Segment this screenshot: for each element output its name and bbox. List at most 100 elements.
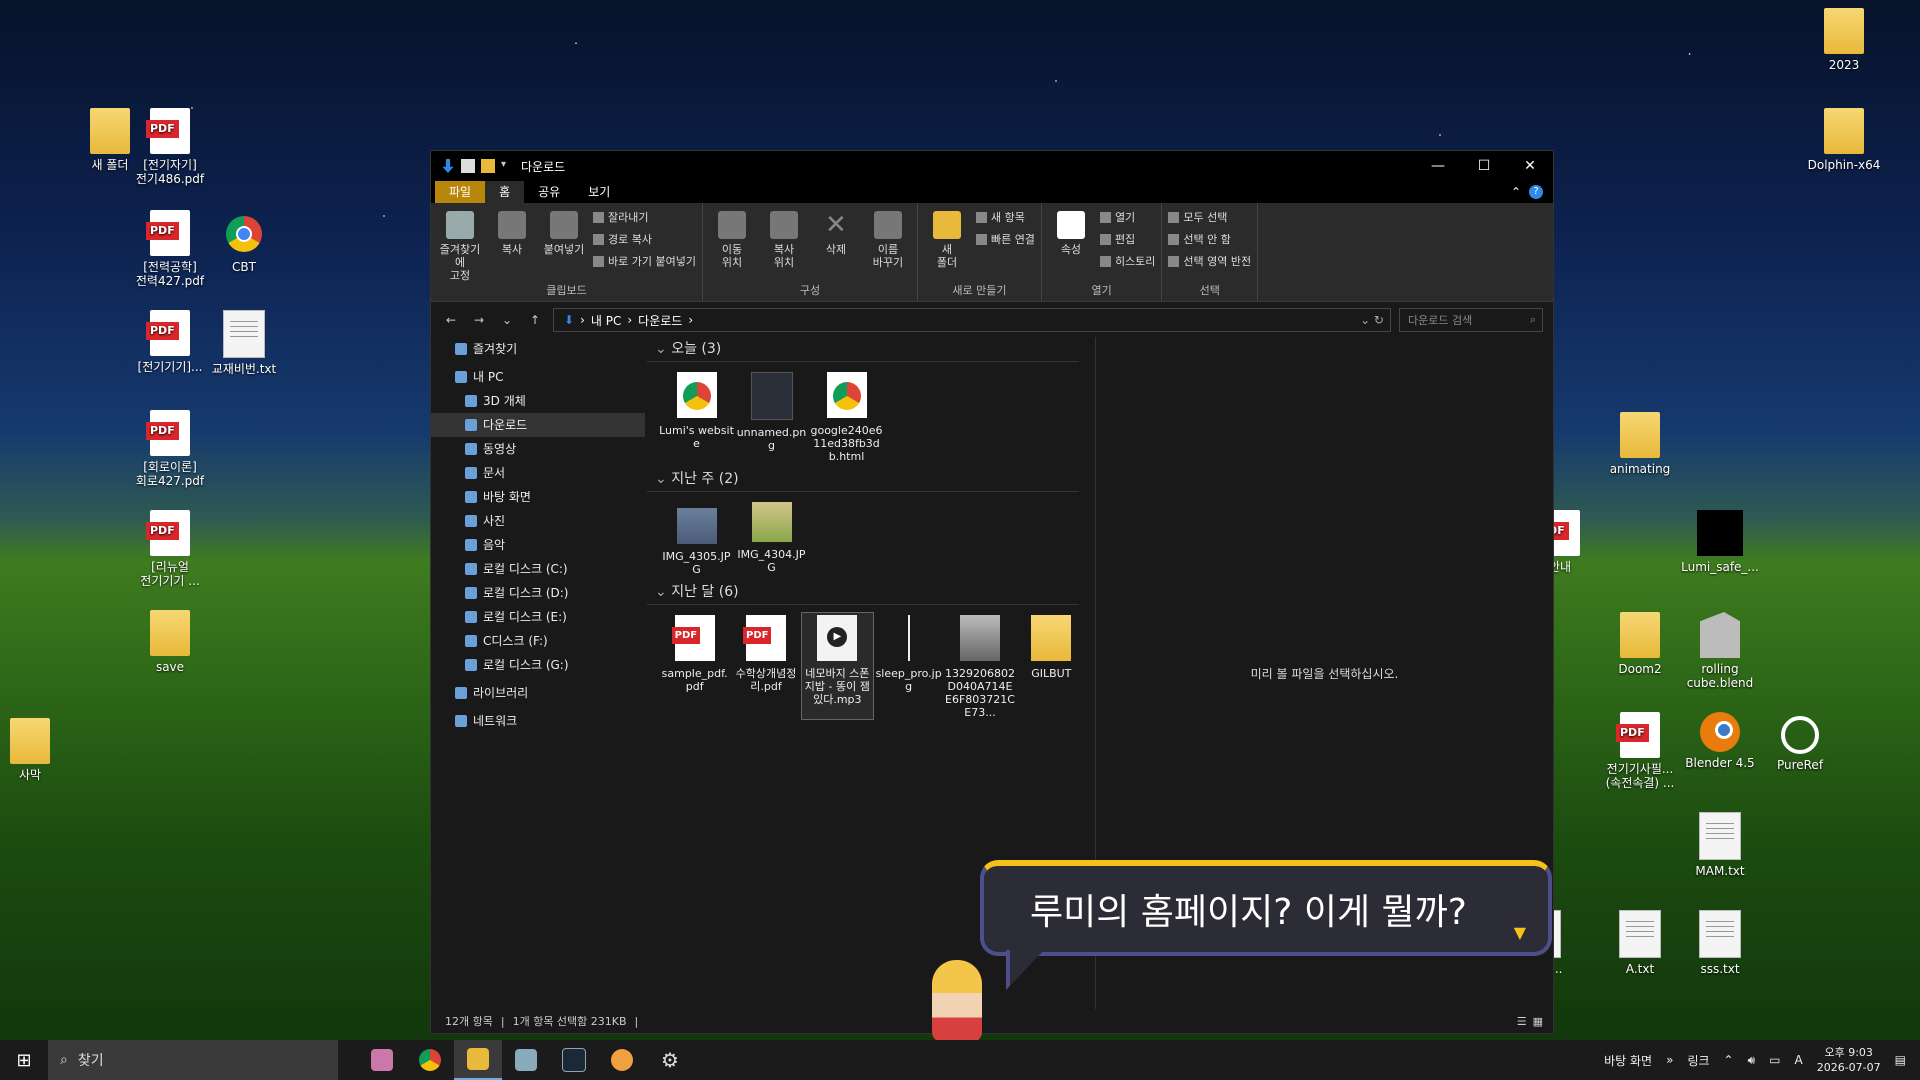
- steam-icon[interactable]: [550, 1040, 598, 1080]
- file-item[interactable]: PDF sample_pdf.pdf: [659, 613, 730, 719]
- settings-icon[interactable]: ⚙: [646, 1040, 694, 1080]
- file-item[interactable]: IMG_4304.JPG: [734, 500, 809, 576]
- desktop-icon[interactable]: PureRef: [1758, 712, 1842, 772]
- paste-shortcut-button[interactable]: 바로 가기 붙여넣기: [593, 253, 696, 269]
- tray-expand-icon[interactable]: ⌃: [1724, 1053, 1734, 1067]
- nav-item[interactable]: 로컬 디스크 (E:): [431, 605, 645, 629]
- link-toolbar[interactable]: 링크: [1687, 1052, 1709, 1069]
- file-item[interactable]: unnamed.png: [734, 370, 809, 463]
- new-folder-icon[interactable]: [481, 159, 495, 173]
- back-arrow-icon[interactable]: ←: [441, 313, 461, 327]
- desktop-icon[interactable]: Lumi_safe_...: [1678, 510, 1762, 574]
- tab-home[interactable]: 홈: [485, 181, 525, 203]
- new-item-button[interactable]: 새 항목: [976, 209, 1035, 225]
- invert-selection-button[interactable]: 선택 영역 반전: [1168, 253, 1251, 269]
- cut-button[interactable]: 잘라내기: [593, 209, 696, 225]
- file-item[interactable]: GILBUT: [1016, 613, 1087, 719]
- desktop-icon[interactable]: save: [128, 610, 212, 674]
- file-item[interactable]: 1329206802D040A714EE6F803721CE73...: [944, 613, 1015, 719]
- nav-item[interactable]: 로컬 디스크 (G:): [431, 653, 645, 677]
- search-input[interactable]: 다운로드 검색 ⌕: [1399, 308, 1543, 332]
- chrome-icon[interactable]: [406, 1040, 454, 1080]
- nav-item[interactable]: 문서: [431, 461, 645, 485]
- nav-item[interactable]: 다운로드: [431, 413, 645, 437]
- file-explorer-icon[interactable]: [454, 1040, 502, 1080]
- windows-start-icon[interactable]: ⊞: [0, 1040, 48, 1080]
- tab-share[interactable]: 공유: [524, 181, 574, 203]
- desktop-icon[interactable]: 교재비번.txt: [202, 310, 286, 376]
- nav-item[interactable]: 네트워크: [431, 709, 645, 733]
- easy-access-button[interactable]: 빠른 연결: [976, 231, 1035, 247]
- collapse-ribbon-icon[interactable]: ⌃: [1511, 185, 1521, 199]
- address-bar[interactable]: ⬇ › 내 PC › 다운로드 › ⌄ ↻: [553, 308, 1391, 332]
- chevron-down-icon[interactable]: ▾: [501, 159, 509, 173]
- nav-item[interactable]: 동영상: [431, 437, 645, 461]
- nav-item[interactable]: 음악: [431, 533, 645, 557]
- select-all-button[interactable]: 모두 선택: [1168, 209, 1251, 225]
- refresh-icon[interactable]: ⌄ ↻: [1360, 313, 1384, 327]
- desktop-icon[interactable]: Doom2: [1598, 612, 1682, 676]
- desktop-icon[interactable]: [회로이론] 회로427.pdf: [128, 410, 212, 488]
- desktop-icon[interactable]: rolling cube.blend: [1678, 612, 1762, 690]
- breadcrumb-downloads[interactable]: 다운로드: [638, 312, 682, 329]
- copy-to-button[interactable]: 복사 위치: [761, 209, 807, 283]
- nav-item[interactable]: 3D 개체: [431, 389, 645, 413]
- up-arrow-icon[interactable]: ↑: [525, 313, 545, 327]
- group-header[interactable]: 지난 달 (6): [647, 580, 1079, 605]
- desktop-icon[interactable]: 사막: [0, 718, 72, 782]
- nav-item[interactable]: 바탕 화면: [431, 485, 645, 509]
- nav-item[interactable]: 즐겨찾기: [431, 337, 645, 361]
- select-none-button[interactable]: 선택 안 함: [1168, 231, 1251, 247]
- properties-icon[interactable]: [461, 159, 475, 173]
- file-item[interactable]: 네모바지 스폰지밥 - 똥이 잼있다.mp3: [800, 612, 874, 720]
- nav-item[interactable]: 내 PC: [431, 365, 645, 389]
- maximize-button[interactable]: ☐: [1461, 151, 1507, 181]
- desktop-icon[interactable]: sss.txt: [1678, 910, 1762, 976]
- minimize-button[interactable]: —: [1415, 151, 1461, 181]
- forward-arrow-icon[interactable]: →: [469, 313, 489, 327]
- download-icon[interactable]: [442, 159, 454, 173]
- ime-indicator[interactable]: A: [1795, 1053, 1803, 1067]
- properties-button[interactable]: 속성: [1048, 209, 1094, 283]
- rename-button[interactable]: 이름 바꾸기: [865, 209, 911, 283]
- tab-file[interactable]: 파일: [435, 181, 486, 203]
- group-header[interactable]: 지난 주 (2): [647, 467, 1079, 492]
- recent-chevron-icon[interactable]: ⌄: [497, 313, 517, 327]
- close-button[interactable]: ✕: [1507, 151, 1553, 181]
- edit-button[interactable]: 편집: [1100, 231, 1155, 247]
- file-item[interactable]: PDF 수학상개념정리.pdf: [730, 613, 801, 719]
- move-to-button[interactable]: 이동 위치: [709, 209, 755, 283]
- desktop-icon[interactable]: 전기기사필... (속전속결) ...: [1598, 712, 1682, 790]
- dialogue-bubble[interactable]: 루미의 홈페이지? 이게 뭘까? ▼: [980, 860, 1552, 956]
- desktop-icon[interactable]: [전력공학] 전력427.pdf: [128, 210, 212, 288]
- history-button[interactable]: 히스토리: [1100, 253, 1155, 269]
- group-header[interactable]: 오늘 (3): [647, 337, 1079, 362]
- network-icon[interactable]: ▭: [1769, 1053, 1780, 1067]
- details-view-icon[interactable]: ☰: [1517, 1015, 1527, 1028]
- desktop-icon[interactable]: A.txt: [1598, 910, 1682, 976]
- tiles-view-icon[interactable]: ▦: [1533, 1015, 1543, 1028]
- chevron-icon[interactable]: »: [1666, 1053, 1673, 1067]
- nav-item[interactable]: C디스크 (F:): [431, 629, 645, 653]
- desktop-icon[interactable]: [전기기기]...: [128, 310, 212, 374]
- nav-item[interactable]: 라이브러리: [431, 681, 645, 705]
- desktop-icon[interactable]: CBT: [202, 210, 286, 274]
- breadcrumb-my-pc[interactable]: 내 PC: [591, 312, 621, 329]
- notification-icon[interactable]: ▤: [1895, 1053, 1906, 1067]
- nav-item[interactable]: 사진: [431, 509, 645, 533]
- game-app-icon[interactable]: [358, 1040, 406, 1080]
- file-item[interactable]: Lumi's website: [659, 370, 734, 463]
- nav-item[interactable]: 로컬 디스크 (D:): [431, 581, 645, 605]
- file-item[interactable]: google240e611ed38fb3db.html: [809, 370, 884, 463]
- next-arrow-icon[interactable]: ▼: [1514, 923, 1526, 942]
- desktop-icon[interactable]: animating: [1598, 412, 1682, 476]
- nav-item[interactable]: 로컬 디스크 (C:): [431, 557, 645, 581]
- help-icon[interactable]: ?: [1529, 185, 1543, 199]
- desktop-icon[interactable]: Blender 4.5: [1678, 712, 1762, 770]
- taskbar-search[interactable]: ⌕ 찾기: [48, 1040, 338, 1080]
- file-item[interactable]: sleep_pro.jpg: [873, 613, 944, 719]
- photos-icon[interactable]: [502, 1040, 550, 1080]
- file-item[interactable]: IMG_4305.JPG: [659, 500, 734, 576]
- lumi-character[interactable]: [932, 960, 982, 1042]
- desktop-icon[interactable]: Dolphin-x64: [1802, 108, 1886, 172]
